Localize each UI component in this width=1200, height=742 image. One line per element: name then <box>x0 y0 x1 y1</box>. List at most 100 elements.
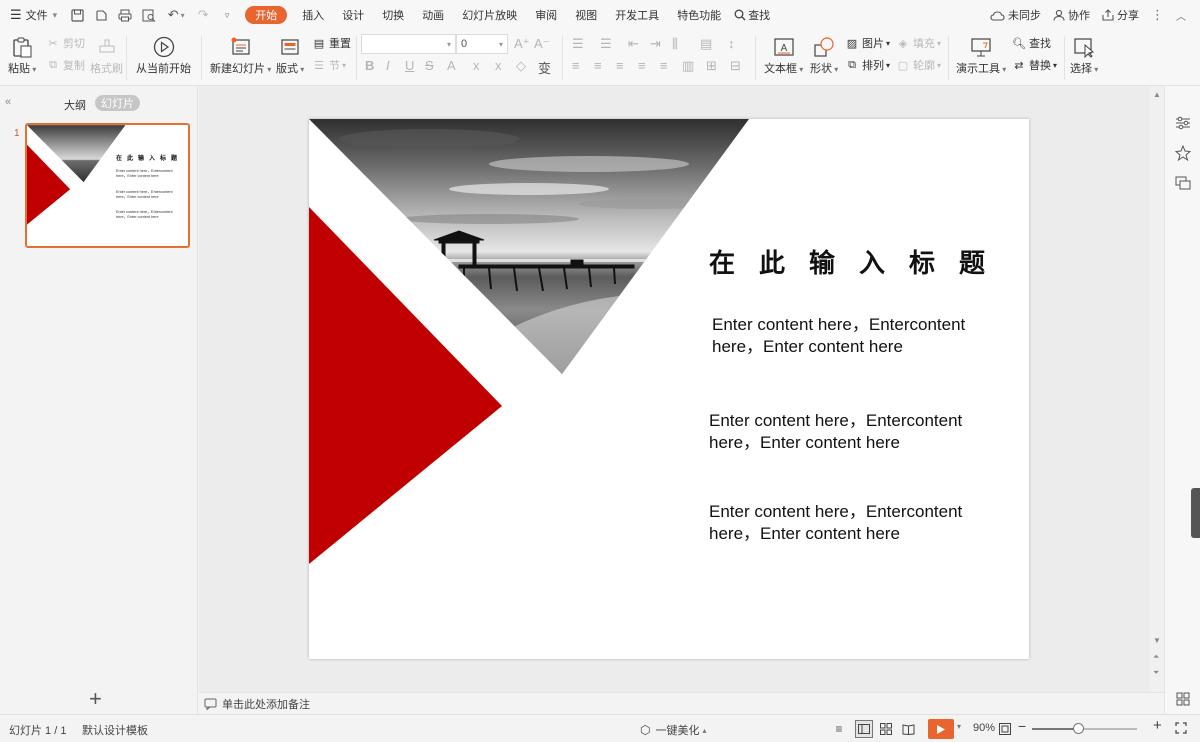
content-paragraph-1[interactable]: Enter content here，Entercontent here，Ent… <box>712 314 1002 358</box>
sync-status[interactable]: 未同步 <box>984 0 1047 30</box>
tab-home[interactable]: 开始 <box>245 6 288 24</box>
shape-button[interactable]: 形状 ▾ <box>810 32 838 76</box>
customize-icon[interactable]: ▿ <box>215 0 239 30</box>
collapse-panel-icon[interactable]: « <box>5 96 11 108</box>
superscript-icon[interactable]: x <box>473 58 480 73</box>
tab-developer[interactable]: 开发工具 <box>606 0 668 30</box>
replace-button[interactable]: ⇄ 替换 ▾ <box>1012 56 1057 74</box>
bullet-list-icon[interactable]: ☰ <box>572 36 584 52</box>
text-effects-icon[interactable]: 变 <box>538 58 551 77</box>
zoom-slider-knob[interactable] <box>1073 723 1085 734</box>
content-paragraph-2[interactable]: Enter content here，Entercontent here，Ent… <box>709 410 999 454</box>
distribute-icon[interactable]: ≡ <box>660 58 668 73</box>
bold-icon[interactable]: B <box>365 58 374 73</box>
decrease-font-icon[interactable]: A⁻ <box>534 36 550 52</box>
tab-insert[interactable]: 插入 <box>293 0 333 30</box>
design-icon[interactable] <box>1173 143 1193 163</box>
fill-button[interactable]: ◈ 填充 ▾ <box>896 34 941 52</box>
fit-window-icon[interactable] <box>996 720 1014 738</box>
zoom-slider[interactable] <box>1032 723 1137 734</box>
reading-view-icon[interactable] <box>899 720 917 738</box>
search-button[interactable]: 查找 <box>730 0 779 30</box>
paste-button[interactable]: 粘贴 ▾ <box>8 32 36 76</box>
layout-button[interactable]: 版式 ▾ <box>276 32 304 76</box>
sorter-view-icon[interactable] <box>877 720 895 738</box>
normal-view-icon[interactable] <box>855 720 873 738</box>
redo-icon[interactable]: ↷ <box>191 0 215 30</box>
align-right-icon[interactable]: ≡ <box>616 58 624 73</box>
align-left-icon[interactable]: ≡ <box>572 58 580 73</box>
subscript-icon[interactable]: x <box>495 58 502 73</box>
italic-icon[interactable]: I <box>386 58 390 73</box>
slide[interactable]: 在此输入标题 Enter content here，Entercontent h… <box>309 119 1029 659</box>
align-center-icon[interactable]: ≡ <box>594 58 602 73</box>
properties-icon[interactable] <box>1173 113 1193 133</box>
print-preview-icon[interactable] <box>137 0 161 30</box>
scroll-down-icon[interactable]: ▼ <box>1153 636 1161 645</box>
next-slide-icon[interactable]: ⏷ <box>1153 668 1159 678</box>
undo-icon[interactable]: ↶ ▾ <box>161 0 191 30</box>
notes-toggle-icon[interactable]: ≡ <box>830 720 848 738</box>
save-icon[interactable] <box>65 0 89 30</box>
add-slide-icon[interactable]: + <box>89 688 102 710</box>
zoom-out-icon[interactable]: − <box>1018 718 1026 734</box>
increase-font-icon[interactable]: A⁺ <box>514 36 530 52</box>
present-tools-button[interactable]: 演示工具 ▾ <box>956 32 1006 76</box>
grid-view-icon[interactable] <box>1173 689 1193 709</box>
tab-transition[interactable]: 切换 <box>373 0 413 30</box>
zoom-in-icon[interactable]: + <box>1153 717 1162 734</box>
tab-review[interactable]: 审阅 <box>526 0 566 30</box>
scroll-up-icon[interactable]: ▲ <box>1153 90 1161 99</box>
format-painter-button[interactable]: 格式刷 <box>90 32 123 76</box>
zoom-level[interactable]: 90% <box>973 722 995 734</box>
clear-format-icon[interactable]: ◇ <box>516 58 526 74</box>
more-menu-icon[interactable]: ⋮ <box>1145 0 1170 30</box>
cut-button[interactable]: ✂ 剪切 <box>46 34 85 52</box>
decrease-indent-icon[interactable]: ⇤ <box>628 36 639 52</box>
file-menu[interactable]: ☰ 文件 ▾ <box>0 0 65 30</box>
select-button[interactable]: 选择 ▾ <box>1070 32 1098 76</box>
tab-features[interactable]: 特色功能 <box>668 0 730 30</box>
tab-view[interactable]: 视图 <box>566 0 606 30</box>
tab-slides[interactable]: 幻灯片 <box>95 95 140 111</box>
new-slide-button[interactable]: 新建幻灯片 ▾ <box>210 32 271 76</box>
justify-icon[interactable]: ≡ <box>638 58 646 73</box>
collab-button[interactable]: 协作 <box>1047 0 1096 30</box>
content-paragraph-3[interactable]: Enter content here，Entercontent here，Ent… <box>709 501 999 545</box>
arrange-button[interactable]: ⧉ 排列 ▾ <box>845 56 890 74</box>
strikethrough-icon[interactable]: S <box>425 58 434 73</box>
tab-slideshow[interactable]: 幻灯片放映 <box>453 0 526 30</box>
prev-slide-icon[interactable]: ⏶ <box>1153 652 1159 662</box>
section-button[interactable]: ☰ 节 ▾ <box>312 56 346 74</box>
slideshow-play-button[interactable] <box>928 719 954 739</box>
columns-icon[interactable]: ⫼ <box>672 36 678 52</box>
side-tab-handle[interactable] <box>1191 488 1200 538</box>
print-icon[interactable] <box>113 0 137 30</box>
align-text-icon[interactable]: ▥ <box>682 58 694 74</box>
find-button[interactable]: 🔍︎ 查找 <box>1012 34 1051 52</box>
template-name[interactable]: 默认设计模板 <box>82 722 148 738</box>
beautify-button[interactable]: ⬡ 一键美化 ▴ <box>640 722 707 738</box>
font-family-select[interactable]: ▾ <box>361 34 456 54</box>
tab-outline[interactable]: 大纲 <box>64 97 86 113</box>
convert-icon[interactable]: ⊟ <box>730 58 741 74</box>
textbox-button[interactable]: A 文本框 ▾ <box>764 32 803 76</box>
play-from-current-button[interactable]: 从当前开始 <box>136 32 191 76</box>
notes-bar[interactable]: 单击此处添加备注 <box>199 692 1164 714</box>
share-button[interactable]: 分享 <box>1096 0 1145 30</box>
underline-icon[interactable]: U <box>405 58 414 73</box>
smartart-icon[interactable]: ⊞ <box>706 58 717 74</box>
line-spacing-icon[interactable]: ↕ <box>728 36 735 51</box>
export-icon[interactable] <box>89 0 113 30</box>
vertical-scrollbar[interactable]: ▲ ▼ ⏶ ⏷ <box>1150 86 1164 692</box>
font-color-icon[interactable]: A <box>447 58 456 73</box>
reset-button[interactable]: ▤ 重置 <box>312 34 351 52</box>
slide-title[interactable]: 在此输入标题 <box>709 243 1009 280</box>
copy-button[interactable]: ⧉ 复制 <box>46 56 85 74</box>
font-size-select[interactable]: 0 ▾ <box>456 34 508 54</box>
increase-indent-icon[interactable]: ⇥ <box>650 36 661 52</box>
numbered-list-icon[interactable]: ☰ <box>600 36 612 52</box>
animation-pane-icon[interactable] <box>1173 173 1193 193</box>
slide-thumbnail[interactable]: 在此输入标题 Enter content here，Entercontent h… <box>25 123 190 248</box>
outline-button[interactable]: ▢ 轮廓 ▾ <box>896 56 941 74</box>
